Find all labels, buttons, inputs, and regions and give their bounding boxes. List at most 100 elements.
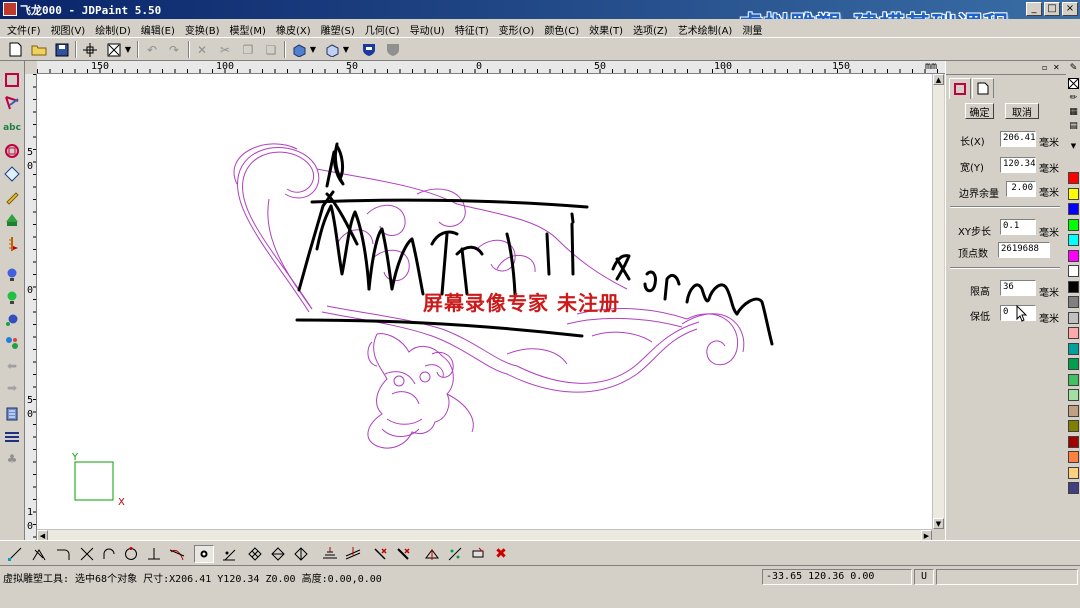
color-swatch[interactable]	[1068, 249, 1079, 262]
drawing-canvas[interactable]: 屏幕录像专家 未注册 Y X	[37, 74, 932, 529]
color-swatch[interactable]	[1068, 296, 1079, 308]
menu-feature[interactable]: 特征(T)	[450, 19, 494, 37]
brush-icon[interactable]	[3, 188, 21, 206]
margin-field[interactable]: 2.00	[1006, 181, 1036, 197]
color-swatch[interactable]	[1068, 373, 1079, 386]
menu-options[interactable]: 选项(Z)	[628, 19, 673, 37]
tree-icon[interactable]: ♣	[3, 450, 21, 468]
line-tool-icon[interactable]	[5, 545, 25, 563]
arc-tool-icon[interactable]	[99, 545, 119, 563]
menu-view[interactable]: 视图(V)	[46, 19, 91, 37]
color-swatch[interactable]	[1068, 451, 1079, 463]
layers-icon[interactable]	[3, 405, 21, 423]
surface-slope-icon[interactable]	[343, 545, 363, 563]
color-swatch[interactable]	[1068, 172, 1079, 184]
shield-gray-icon[interactable]	[384, 41, 402, 58]
tangent-icon[interactable]	[167, 545, 187, 563]
menu-edit[interactable]: 编辑(E)	[136, 19, 180, 37]
maximize-button[interactable]: □	[1044, 2, 1060, 16]
confirm-button[interactable]: 确定	[965, 103, 994, 119]
pencil-icon[interactable]: ✎	[1068, 63, 1079, 75]
scroll-up-icon[interactable]: ▲	[933, 74, 944, 85]
chevron-down-icon[interactable]: ▼	[341, 41, 351, 58]
color-swatch[interactable]	[1068, 389, 1079, 401]
cross-tool-icon[interactable]	[77, 545, 97, 563]
perpendicular-icon[interactable]	[144, 545, 164, 563]
save-icon[interactable]	[53, 41, 71, 58]
menu-transform[interactable]: 变换(B)	[180, 19, 225, 37]
horizontal-scrollbar[interactable]: ◀ ▶	[37, 529, 932, 541]
no-color-icon[interactable]	[1068, 78, 1079, 90]
node-diamond3-icon[interactable]	[291, 545, 311, 563]
menu-draw[interactable]: 绘制(D)	[90, 19, 136, 37]
length-field[interactable]: 206.41	[1000, 131, 1036, 147]
panel-minimize-icon[interactable]: ▫	[1042, 63, 1047, 72]
limit-high-field[interactable]: 36	[1000, 280, 1036, 296]
tab-sculpt-tool[interactable]	[949, 78, 971, 99]
chevron-down-icon[interactable]: ▼	[308, 41, 318, 58]
snap-point-icon[interactable]	[194, 545, 214, 563]
undo-icon[interactable]: ↶	[143, 41, 161, 58]
dropper-icon[interactable]: ✏	[1068, 93, 1079, 105]
menu-art-draw[interactable]: 艺术绘制(A)	[673, 19, 738, 37]
color-swatch[interactable]	[1068, 482, 1079, 494]
arrow-right-icon[interactable]: ➡	[3, 379, 21, 397]
color-swatch[interactable]	[1068, 435, 1079, 448]
cut-icon[interactable]: ✂	[216, 41, 234, 58]
color-swatch[interactable]	[1068, 280, 1079, 293]
menu-effect[interactable]: 效果(T)	[584, 19, 628, 37]
paste-icon[interactable]: ❏	[262, 41, 280, 58]
delete-icon[interactable]: ✕	[193, 41, 211, 58]
scroll-down-icon[interactable]: ▼	[933, 518, 944, 529]
menu-model[interactable]: 模型(M)	[225, 19, 271, 37]
close-red-icon[interactable]: ✖	[491, 545, 511, 563]
crosshair-icon[interactable]	[81, 41, 99, 58]
node-diamond-icon[interactable]	[245, 545, 265, 563]
circle-tool-icon[interactable]	[3, 142, 21, 160]
arrow-left-icon[interactable]: ⬅	[3, 357, 21, 375]
text-tool-icon[interactable]: abc	[3, 119, 21, 137]
node-diamond2-icon[interactable]	[268, 545, 288, 563]
copy-icon[interactable]: ❐	[239, 41, 257, 58]
delete-node-icon[interactable]	[370, 545, 390, 563]
ruler-tool-icon[interactable]	[3, 235, 21, 253]
erase-node-icon[interactable]	[468, 545, 488, 563]
grid-icon[interactable]	[3, 428, 21, 446]
gradient-icon[interactable]: ▤	[1068, 121, 1079, 133]
vertical-scrollbar[interactable]: ▲ ▼	[932, 74, 944, 529]
fill-pattern-icon[interactable]: ▦	[1068, 107, 1079, 119]
new-file-icon[interactable]	[6, 41, 24, 58]
color-swatch[interactable]	[1068, 203, 1079, 215]
bulb-multi-icon[interactable]	[3, 312, 21, 330]
chevron-down-icon[interactable]: ▼	[123, 41, 133, 58]
color-swatch[interactable]	[1068, 311, 1079, 324]
color-swatch[interactable]	[1068, 342, 1079, 355]
redo-icon[interactable]: ↷	[165, 41, 183, 58]
color-swatch[interactable]	[1068, 234, 1079, 246]
sculpt-green-icon[interactable]	[3, 211, 21, 229]
menu-deform[interactable]: 变形(O)	[494, 19, 540, 37]
bulb-green-icon[interactable]	[3, 289, 21, 307]
corner-tool-icon[interactable]	[53, 545, 73, 563]
cube-wire-icon[interactable]	[323, 41, 341, 58]
minimize-button[interactable]: _	[1026, 2, 1042, 16]
select-tool-icon[interactable]	[3, 71, 21, 89]
panel-close-icon[interactable]: ✕	[1053, 63, 1060, 72]
color-swatch[interactable]	[1068, 265, 1079, 277]
circle-tool-icon[interactable]	[121, 545, 141, 563]
shield-blue-icon[interactable]	[360, 41, 378, 58]
color-swatch[interactable]	[1068, 404, 1079, 417]
menu-color[interactable]: 颜色(C)	[539, 19, 584, 37]
select-box-icon[interactable]	[105, 41, 123, 58]
color-swatch[interactable]	[1068, 218, 1079, 231]
width-field[interactable]: 120.34	[1000, 157, 1036, 173]
menu-eraser[interactable]: 橡皮(X)	[271, 19, 316, 37]
polyline-tool-icon[interactable]	[29, 545, 49, 563]
close-button[interactable]: ×	[1062, 2, 1078, 16]
color-swatch[interactable]	[1068, 466, 1079, 479]
chevron-down-icon[interactable]: ▼	[1068, 141, 1079, 153]
color-swatch[interactable]	[1068, 187, 1079, 200]
color-swatch[interactable]	[1068, 327, 1079, 339]
cancel-button[interactable]: 取消	[1005, 103, 1039, 119]
snap-angle-icon[interactable]	[219, 545, 239, 563]
